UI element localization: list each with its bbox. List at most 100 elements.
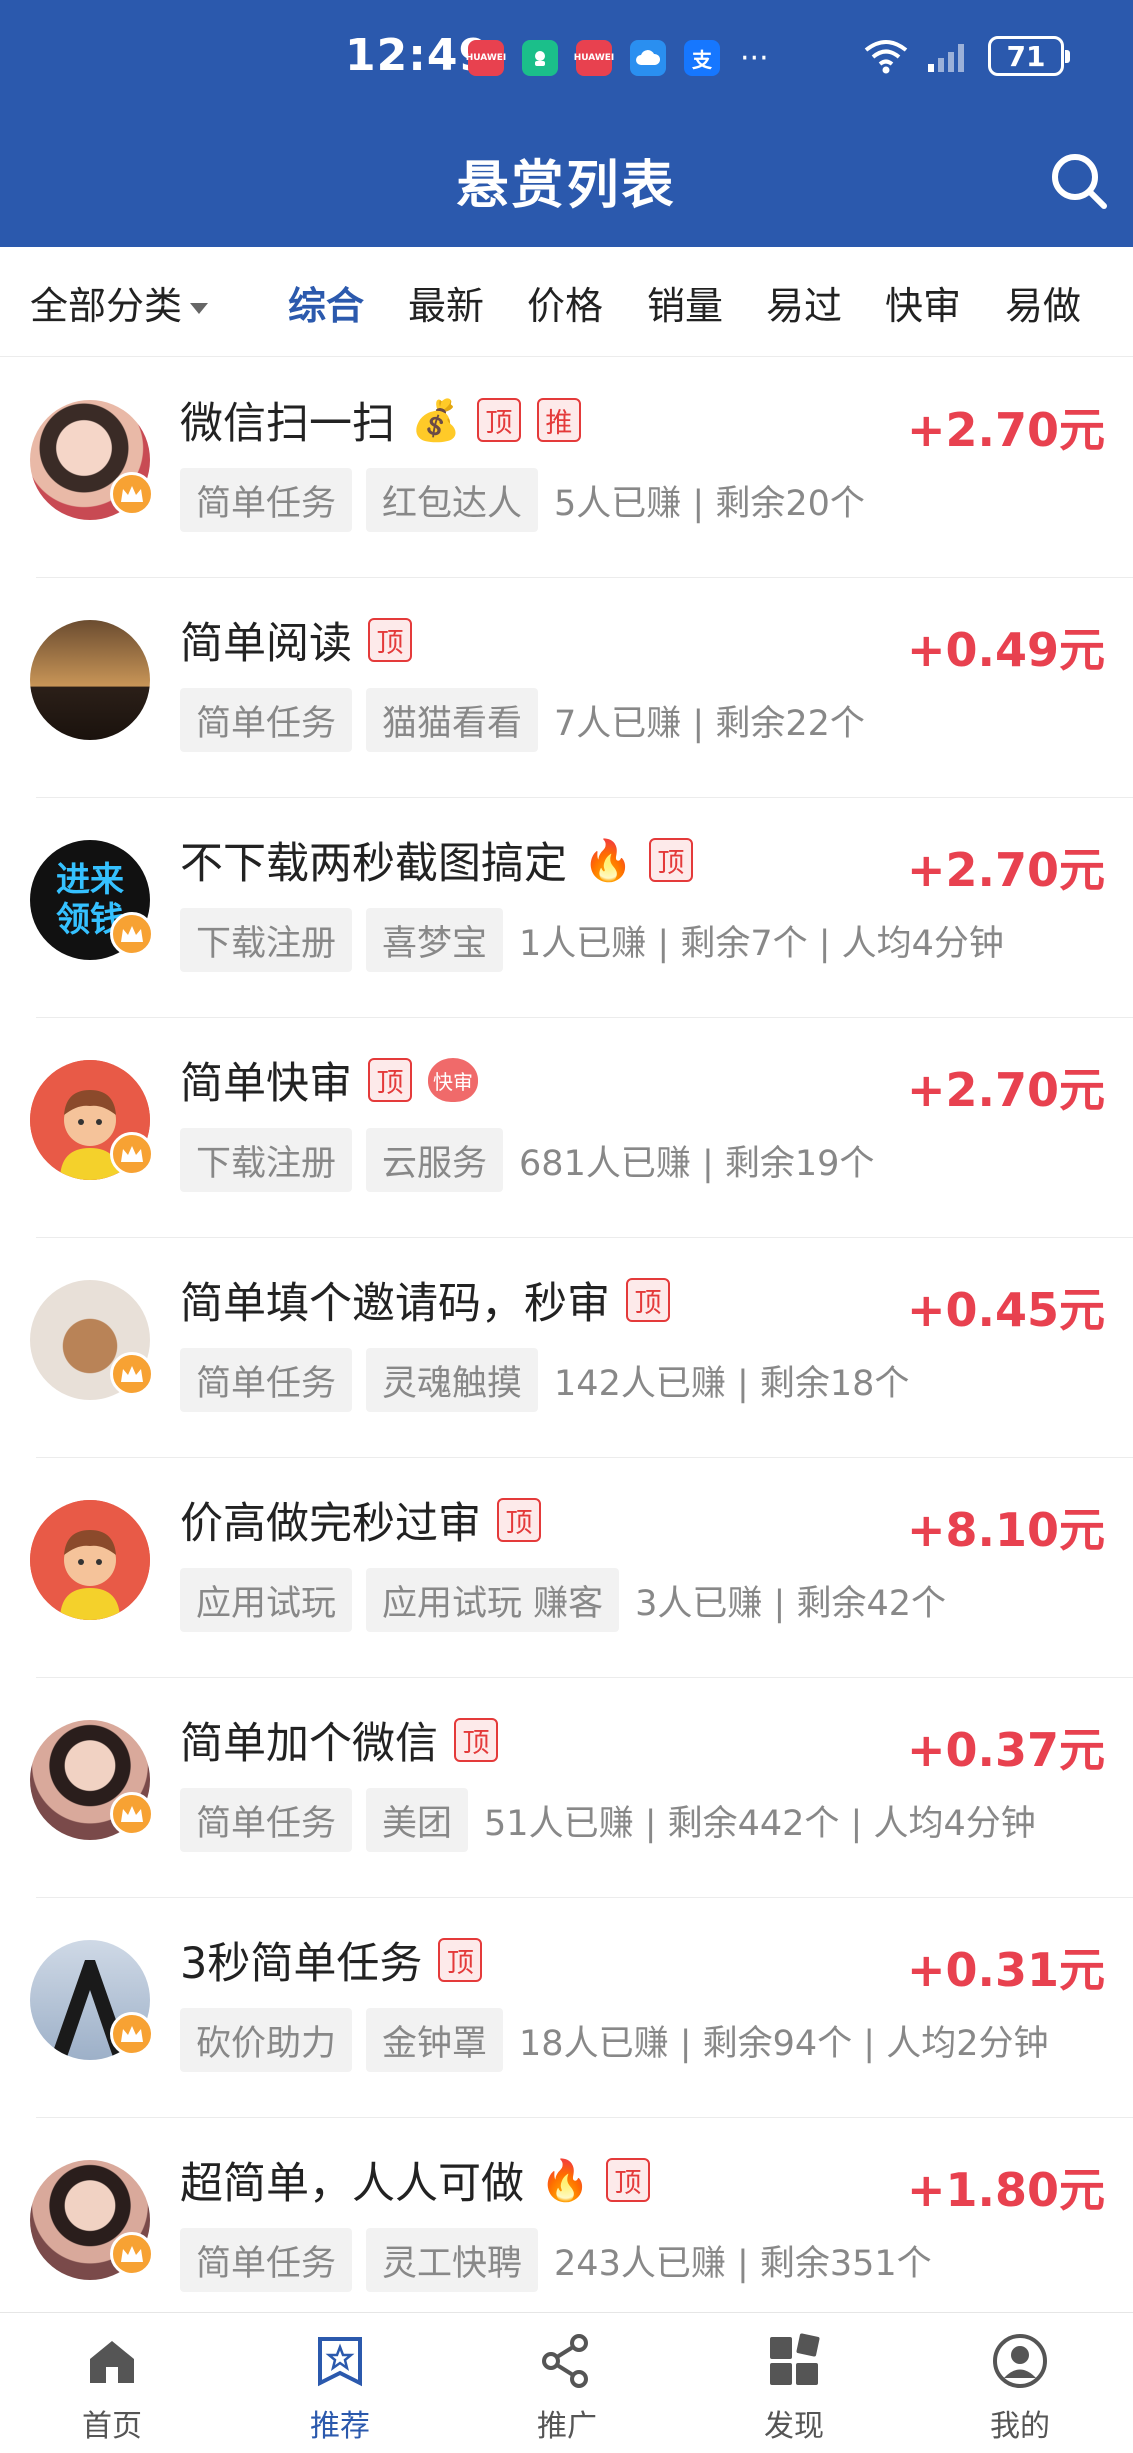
- recommend-badge: 推: [536, 398, 581, 442]
- crown-icon: [110, 1132, 154, 1176]
- task-reward: +2.70元: [906, 843, 1105, 897]
- task-category-tag: 简单任务: [180, 688, 353, 752]
- task-category-tag: 下载注册: [180, 1128, 353, 1192]
- wifi-icon: [864, 40, 908, 74]
- nav-discover[interactable]: 发现: [734, 2333, 854, 2445]
- tab-sales[interactable]: 销量: [647, 275, 723, 330]
- task-item[interactable]: 价高做完秒过审 顶 +8.10元 应用试玩 应用试玩 赚客 3人已赚 | 剩余4…: [0, 1458, 1133, 1678]
- task-title: 不下载两秒截图搞定: [180, 839, 567, 889]
- task-reward: +0.37元: [906, 1723, 1105, 1777]
- tab-latest[interactable]: 最新: [408, 275, 484, 330]
- fire-icon: 🔥: [540, 2157, 590, 2204]
- top-badge: 顶: [368, 1058, 412, 1102]
- task-title: 简单阅读: [180, 619, 352, 669]
- task-category-tag: 应用试玩: [180, 1568, 353, 1632]
- share-icon: [542, 2334, 588, 2388]
- task-stats: 142人已赚 | 剩余18个: [554, 1363, 910, 1404]
- signal-icon: [928, 44, 964, 72]
- task-title: 3秒简单任务: [180, 1939, 423, 1989]
- nav-label: 发现: [764, 2409, 824, 2444]
- task-publisher-tag: 应用试玩 赚客: [366, 1568, 620, 1632]
- home-icon: [90, 2341, 134, 2383]
- task-reward: +2.70元: [906, 403, 1105, 457]
- app-notification-icon: [522, 40, 558, 76]
- task-stats: 243人已赚 | 剩余351个: [554, 2243, 932, 2284]
- crown-icon: [110, 2232, 154, 2276]
- task-item[interactable]: 进来领钱 不下载两秒截图搞定 🔥 顶 +2.70元 下载注册 喜梦宝 1人已赚 |…: [0, 798, 1133, 1018]
- top-badge: 顶: [497, 1498, 541, 1542]
- task-category-tag: 下载注册: [180, 908, 353, 972]
- top-badge: 顶: [368, 618, 412, 662]
- tab-easy-do[interactable]: 易做: [1005, 275, 1081, 330]
- task-category-tag: 简单任务: [180, 2228, 353, 2292]
- task-title: 微信扫一扫: [180, 399, 395, 449]
- task-category-tag: 简单任务: [180, 1348, 353, 1412]
- task-stats: 51人已赚 | 剩余442个 | 人均4分钟: [484, 1803, 1036, 1844]
- nav-home[interactable]: 首页: [52, 2333, 172, 2445]
- notification-icons: HUAWEI HUAWEI 支 ···: [466, 40, 769, 76]
- fire-icon: 🔥: [583, 837, 633, 884]
- task-reward: +2.70元: [906, 1063, 1105, 1117]
- avatar: [30, 620, 150, 740]
- task-category-tag: 简单任务: [180, 1788, 353, 1852]
- task-reward: +8.10元: [906, 1503, 1105, 1557]
- crown-icon: [110, 1792, 154, 1836]
- task-item[interactable]: 超简单，人人可做 🔥 顶 +1.80元 简单任务 灵工快聘 243人已赚 | 剩余…: [0, 2118, 1133, 2338]
- category-label: 全部分类: [30, 284, 183, 328]
- top-badge: 顶: [476, 398, 521, 442]
- task-publisher-tag: 喜梦宝: [366, 908, 504, 972]
- money-bag-icon: 💰: [411, 397, 461, 444]
- task-item[interactable]: 微信扫一扫 💰 顶 推 +2.70元 简单任务 红包达人 5人已赚 | 剩余20个: [0, 358, 1133, 578]
- category-dropdown[interactable]: 全部分类: [30, 275, 209, 330]
- nav-recommend[interactable]: 推荐: [280, 2333, 400, 2445]
- task-item[interactable]: 简单加个微信 顶 +0.37元 简单任务 美团 51人已赚 | 剩余442个 |…: [0, 1678, 1133, 1898]
- top-badge: 顶: [438, 1938, 483, 1982]
- task-title: 简单填个邀请码，秒审: [180, 1279, 610, 1329]
- top-badge: 顶: [648, 838, 693, 882]
- crown-icon: [110, 912, 154, 956]
- tab-price[interactable]: 价格: [527, 275, 603, 330]
- huawei-notification-icon: HUAWEI: [574, 40, 614, 76]
- nav-label: 推荐: [310, 2409, 370, 2444]
- crown-icon: [110, 472, 154, 516]
- battery-indicator: 71: [988, 36, 1070, 76]
- profile-icon: [993, 2334, 1047, 2388]
- task-item[interactable]: 简单阅读 顶 +0.49元 简单任务 猫猫看看 7人已赚 | 剩余22个: [0, 578, 1133, 798]
- tab-comprehensive[interactable]: 综合: [288, 275, 364, 330]
- crown-icon: [110, 1352, 154, 1396]
- task-stats: 5人已赚 | 剩余20个: [554, 483, 865, 524]
- top-badge: 顶: [605, 2158, 650, 2202]
- nav-label: 我的: [990, 2409, 1050, 2444]
- tab-easy-pass[interactable]: 易过: [766, 275, 842, 330]
- task-stats: 18人已赚 | 剩余94个 | 人均2分钟: [519, 2023, 1049, 2064]
- fast-review-badge: 快审: [428, 1058, 478, 1102]
- task-item[interactable]: 简单快审 顶 快审 +2.70元 下载注册 云服务 681人已赚 | 剩余19个: [0, 1018, 1133, 1238]
- page-title: 悬赏列表: [456, 156, 677, 216]
- tab-fast-review[interactable]: 快审: [885, 275, 961, 330]
- task-publisher-tag: 云服务: [366, 1128, 504, 1192]
- task-stats: 7人已赚 | 剩余22个: [554, 703, 865, 744]
- nav-label: 推广: [537, 2409, 597, 2444]
- nav-promote[interactable]: 推广: [507, 2333, 627, 2445]
- search-icon[interactable]: [1048, 150, 1110, 212]
- task-publisher-tag: 灵工快聘: [366, 2228, 539, 2292]
- task-reward: +0.49元: [906, 623, 1105, 677]
- task-stats: 3人已赚 | 剩余42个: [635, 1583, 947, 1624]
- task-title: 简单快审: [180, 1059, 352, 1109]
- system-icons: 71: [862, 36, 1070, 76]
- task-publisher-tag: 金钟罩: [366, 2008, 504, 2072]
- discover-icon: [770, 2333, 820, 2385]
- task-title: 超简单，人人可做: [180, 2159, 524, 2209]
- chevron-down-icon: [190, 303, 209, 314]
- task-reward: +1.80元: [906, 2163, 1105, 2217]
- task-reward: +0.31元: [906, 1943, 1105, 1997]
- task-item[interactable]: 3秒简单任务 顶 +0.31元 砍价助力 金钟罩 18人已赚 | 剩余94个 |…: [0, 1898, 1133, 2118]
- crown-icon: [110, 2012, 154, 2056]
- top-badge: 顶: [454, 1718, 498, 1762]
- task-title: 价高做完秒过审: [180, 1499, 481, 1549]
- nav-profile[interactable]: 我的: [960, 2333, 1080, 2445]
- task-item[interactable]: 简单填个邀请码，秒审 顶 +0.45元 简单任务 灵魂触摸 142人已赚 | 剩…: [0, 1238, 1133, 1458]
- task-stats: 681人已赚 | 剩余19个: [519, 1143, 875, 1184]
- cloud-notification-icon: [630, 40, 666, 76]
- nav-label: 首页: [82, 2409, 142, 2444]
